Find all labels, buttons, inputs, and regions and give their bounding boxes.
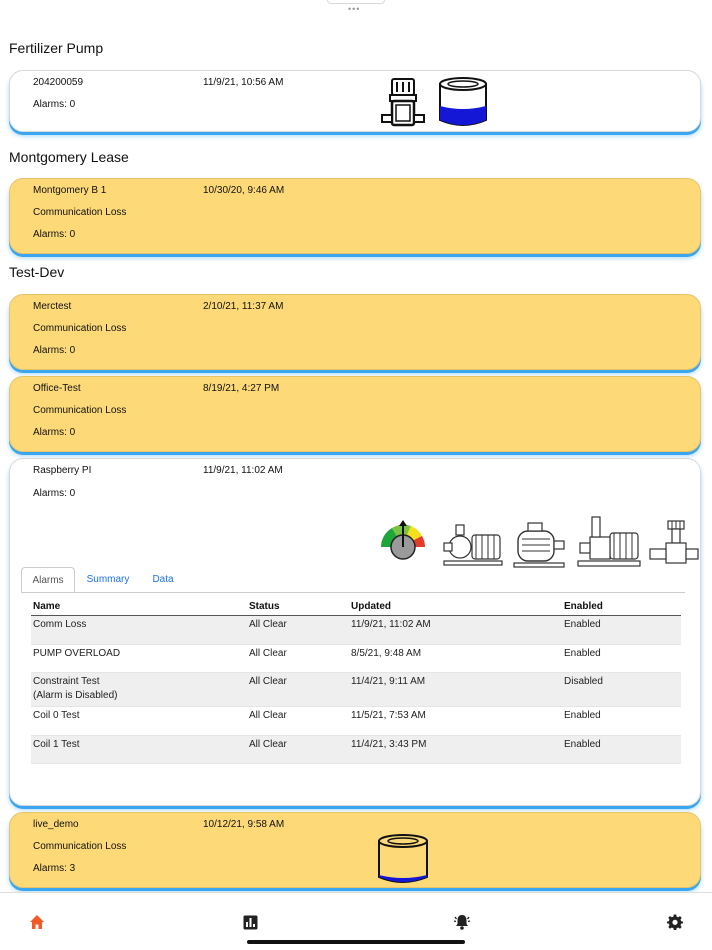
device-alarms: Alarms: 0 <box>33 345 76 356</box>
tank-icon <box>439 77 487 126</box>
device-status: Communication Loss <box>33 323 127 334</box>
col-header-name[interactable]: Name <box>31 598 247 616</box>
alarm-name: Coil 0 Test <box>31 706 247 736</box>
alarm-enabled: Disabled <box>562 672 681 707</box>
table-row[interactable]: Constraint Test (Alarm is Disabled) All … <box>31 672 681 707</box>
alarm-bell-icon <box>453 915 471 930</box>
valve-icon <box>649 520 699 564</box>
alarm-updated: 11/5/21, 7:53 AM <box>349 706 562 736</box>
chart-icon <box>243 915 257 929</box>
alarm-name: Constraint Test <box>33 675 100 687</box>
group-title-montgomery: Montgomery Lease <box>9 149 129 165</box>
table-row[interactable]: Comm Loss All Clear 11/9/21, 11:02 AM En… <box>31 615 681 645</box>
gear-icon <box>667 914 683 930</box>
tab-divider <box>21 592 685 593</box>
device-time: 2/10/21, 11:37 AM <box>203 301 284 312</box>
alarm-status: All Clear <box>247 644 349 673</box>
device-card-raspberry[interactable]: Raspberry PI 11/9/21, 11:02 AM Alarms: 0 <box>9 458 701 806</box>
device-alarms: Alarms: 0 <box>33 229 76 240</box>
tab-alarms[interactable]: Alarms <box>21 567 75 593</box>
alarm-name: Coil 1 Test <box>31 735 247 764</box>
tab-data[interactable]: Data <box>143 567 183 593</box>
device-name: Raspberry PI <box>33 465 92 476</box>
device-name: Office-Test <box>33 383 81 394</box>
device-time: 10/30/20, 9:46 AM <box>203 185 285 196</box>
device-name: live_demo <box>33 819 79 830</box>
tab-summary[interactable]: Summary <box>81 567 135 593</box>
alarm-status: All Clear <box>247 735 349 764</box>
device-time: 11/9/21, 10:56 AM <box>203 77 284 88</box>
device-name: Merctest <box>33 301 72 312</box>
device-status: Communication Loss <box>33 841 127 852</box>
motor-icon <box>513 522 565 568</box>
alarm-name-cell: Constraint Test (Alarm is Disabled) <box>31 672 247 707</box>
device-card-live-demo[interactable]: live_demo 10/12/21, 9:58 AM Communicatio… <box>9 812 701 888</box>
device-alarms: Alarms: 3 <box>33 863 76 874</box>
alarm-name: PUMP OVERLOAD <box>31 644 247 673</box>
skid-pump-icon <box>577 516 641 567</box>
alarm-updated: 11/4/21, 3:43 PM <box>349 735 562 764</box>
nav-home[interactable] <box>28 913 46 931</box>
device-time: 11/9/21, 11:02 AM <box>203 465 283 476</box>
nav-settings[interactable] <box>666 913 684 931</box>
home-icon <box>30 915 44 929</box>
alarms-table: Name Status Updated Enabled Comm Loss Al… <box>31 598 681 764</box>
device-alarms: Alarms: 0 <box>33 488 76 499</box>
alarm-status: All Clear <box>247 672 349 707</box>
nav-alarms[interactable] <box>453 913 471 931</box>
home-indicator <box>247 940 465 944</box>
device-time: 10/12/21, 9:58 AM <box>203 819 285 830</box>
device-alarms: Alarms: 0 <box>33 99 76 110</box>
device-status: Communication Loss <box>33 405 127 416</box>
alarm-updated: 8/5/21, 9:48 AM <box>349 644 562 673</box>
group-title-fertilizer: Fertilizer Pump <box>9 40 104 56</box>
alarm-enabled: Enabled <box>562 615 681 645</box>
alarm-updated: 11/9/21, 11:02 AM <box>349 615 562 645</box>
table-row[interactable]: Coil 0 Test All Clear 11/5/21, 7:53 AM E… <box>31 706 681 736</box>
col-header-status[interactable]: Status <box>247 598 349 616</box>
alarm-status: All Clear <box>247 615 349 645</box>
col-header-enabled[interactable]: Enabled <box>562 598 681 616</box>
vertical-pump-icon <box>381 78 425 127</box>
centrifugal-pump-icon <box>443 524 503 566</box>
alarm-updated: 11/4/21, 9:11 AM <box>349 672 562 707</box>
nav-reports[interactable] <box>241 913 259 931</box>
device-name: Montgomery B 1 <box>33 185 107 196</box>
device-card-office[interactable]: Office-Test 8/19/21, 4:27 PM Communicati… <box>9 376 701 452</box>
alarm-disabled-note: (Alarm is Disabled) <box>33 689 118 701</box>
table-header-row: Name Status Updated Enabled <box>31 598 681 616</box>
table-row[interactable]: PUMP OVERLOAD All Clear 8/5/21, 9:48 AM … <box>31 644 681 673</box>
device-name: 204200059 <box>33 77 84 88</box>
more-dots-icon: ••• <box>348 4 361 14</box>
alarm-status: All Clear <box>247 706 349 736</box>
alarm-name: Comm Loss <box>31 615 247 645</box>
device-card-merctest[interactable]: Merctest 2/10/21, 11:37 AM Communication… <box>9 294 701 370</box>
group-title-testdev: Test-Dev <box>9 264 65 280</box>
col-header-updated[interactable]: Updated <box>349 598 562 616</box>
device-card-montgomery[interactable]: Montgomery B 1 10/30/20, 9:46 AM Communi… <box>9 178 701 254</box>
top-drag-handle[interactable]: ••• <box>327 0 385 14</box>
table-row[interactable]: Coil 1 Test All Clear 11/4/21, 3:43 PM E… <box>31 735 681 764</box>
alarm-enabled: Enabled <box>562 644 681 673</box>
alarm-enabled: Enabled <box>562 706 681 736</box>
device-alarms: Alarms: 0 <box>33 427 76 438</box>
device-time: 8/19/21, 4:27 PM <box>203 383 280 394</box>
device-card-fertilizer[interactable]: 204200059 11/9/21, 10:56 AM Alarms: 0 <box>9 70 701 132</box>
alarm-enabled: Enabled <box>562 735 681 764</box>
tank-icon <box>378 834 428 883</box>
device-status: Communication Loss <box>33 207 127 218</box>
gauge-icon <box>381 520 425 560</box>
